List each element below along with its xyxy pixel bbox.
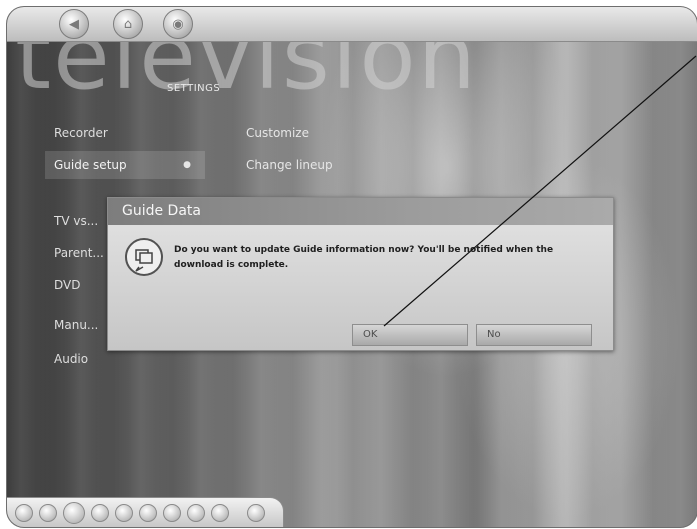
callout-pointer-line <box>383 55 697 327</box>
